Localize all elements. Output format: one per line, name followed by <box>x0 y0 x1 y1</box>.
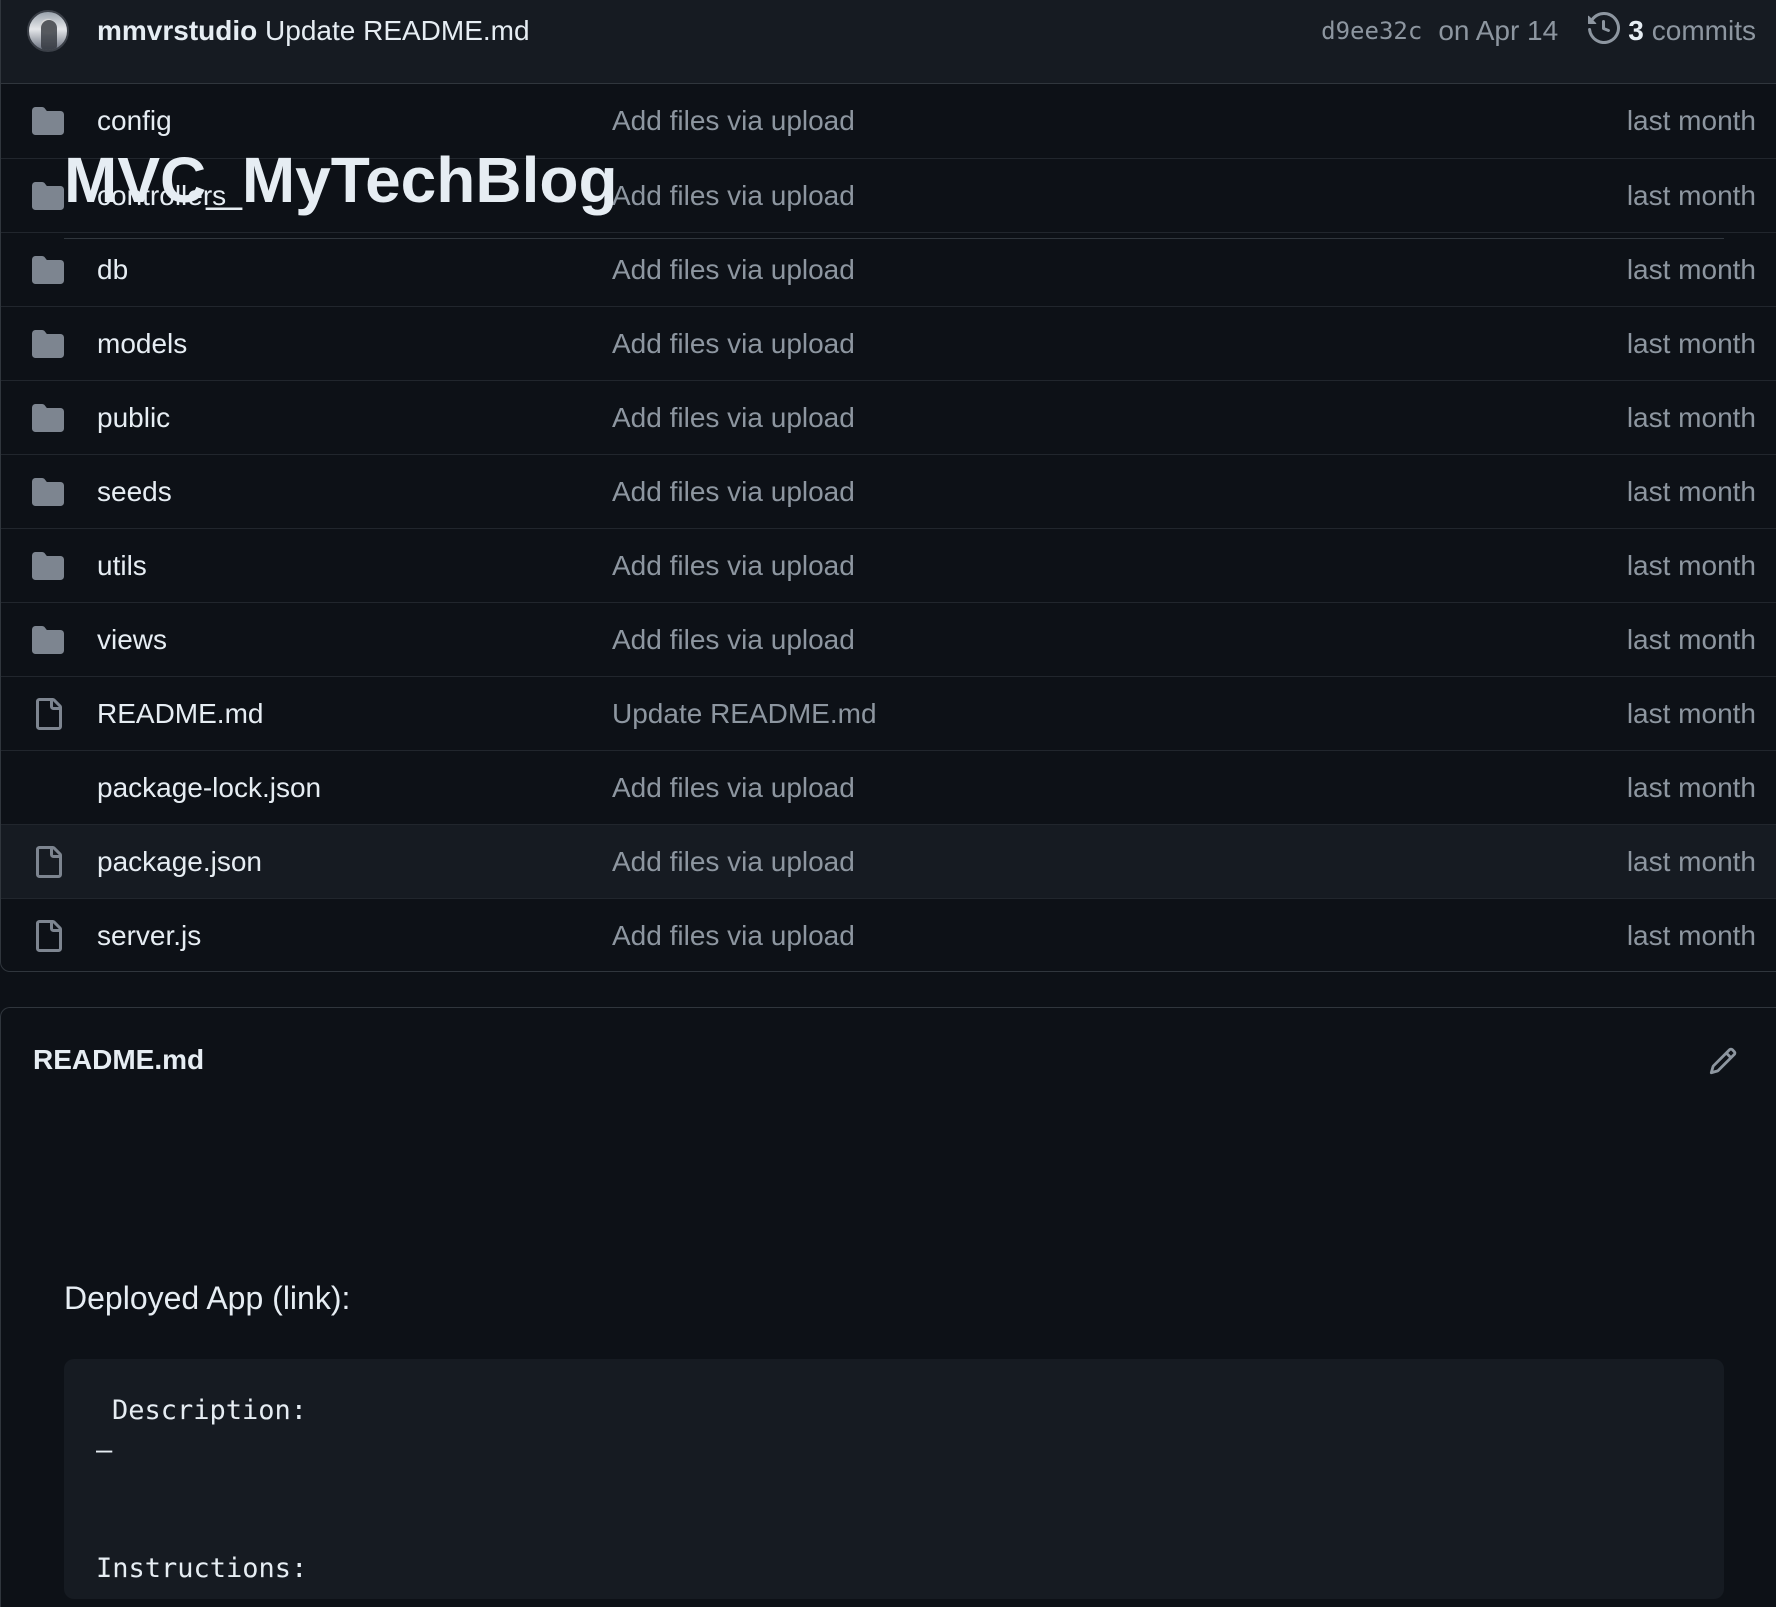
file-commit-time: last month <box>1626 327 1756 359</box>
folder-icon <box>31 401 65 435</box>
latest-commit-message: mmvrstudio Update README.md <box>97 12 530 50</box>
latest-commit-bar: mmvrstudio Update README.md d9ee32c on A… <box>1 0 1776 84</box>
deployed-app-line[interactable]: Deployed App (link): <box>64 1280 350 1317</box>
file-row[interactable]: utils Add files via upload last month <box>1 528 1776 602</box>
folder-icon <box>31 623 65 657</box>
folder-icon <box>31 549 65 583</box>
commit-meta: d9ee32c on Apr 14 3 commits <box>1321 11 1756 51</box>
file-commit-time: last month <box>1626 623 1756 655</box>
file-name-link[interactable]: public <box>97 402 170 434</box>
file-name-link[interactable]: seeds <box>97 476 172 508</box>
commits-history-link[interactable]: 3 commits <box>1588 11 1756 51</box>
folder-icon <box>31 104 65 138</box>
author-avatar[interactable] <box>27 10 69 52</box>
file-row[interactable]: seeds Add files via upload last month <box>1 454 1776 528</box>
file-row[interactable]: package.json Add files via upload last m… <box>1 824 1776 898</box>
pencil-icon[interactable] <box>1708 1046 1738 1076</box>
file-row[interactable]: server.js Add files via upload last mont… <box>1 898 1776 971</box>
commit-sha-link[interactable]: d9ee32c <box>1321 17 1422 45</box>
file-commit-message-link[interactable]: Add files via upload <box>612 920 855 952</box>
file-commit-time: last month <box>1626 475 1756 507</box>
file-name-link[interactable]: utils <box>97 550 147 582</box>
file-name-link[interactable]: db <box>97 254 128 286</box>
file-icon <box>31 919 65 953</box>
file-icon <box>31 697 65 731</box>
file-commit-time: last month <box>1626 253 1756 285</box>
file-commit-message-link[interactable]: Add files via upload <box>612 846 855 878</box>
file-commit-message-link[interactable]: Add files via upload <box>612 254 855 286</box>
commit-message-link[interactable]: Update README.md <box>265 15 530 46</box>
file-row[interactable]: views Add files via upload last month <box>1 602 1776 676</box>
folder-icon <box>31 327 65 361</box>
file-commit-message-link[interactable]: Add files via upload <box>612 624 855 656</box>
readme-filename[interactable]: README.md <box>33 1044 204 1076</box>
file-commit-time: last month <box>1626 401 1756 433</box>
file-commit-time: last month <box>1626 771 1756 803</box>
history-icon <box>1588 11 1628 51</box>
folder-icon <box>31 475 65 509</box>
code-line-description: Description: <box>112 1395 308 1426</box>
file-name-link[interactable]: server.js <box>97 920 201 952</box>
file-icon <box>31 771 65 805</box>
file-name-link[interactable]: config <box>97 105 172 137</box>
file-commit-time: last month <box>1626 919 1756 951</box>
file-commit-message-link[interactable]: Update README.md <box>612 698 877 730</box>
file-name-link[interactable]: views <box>97 624 167 656</box>
file-name-link[interactable]: package-lock.json <box>97 772 321 804</box>
commit-date: on Apr 14 <box>1438 15 1559 46</box>
file-commit-message-link[interactable]: Add files via upload <box>612 550 855 582</box>
file-commit-message-link[interactable]: Add files via upload <box>612 402 855 434</box>
file-commit-message-link[interactable]: Add files via upload <box>612 476 855 508</box>
file-row[interactable]: db Add files via upload last month <box>1 232 1776 306</box>
code-line-instructions: Instructions: <box>96 1553 308 1584</box>
folder-icon <box>31 253 65 287</box>
code-block: Description: – Instructions: <box>64 1359 1724 1599</box>
commits-count: 3 <box>1628 15 1644 46</box>
file-commit-time: last month <box>1626 845 1756 877</box>
file-row[interactable]: package-lock.json Add files via upload l… <box>1 750 1776 824</box>
file-commit-time: last month <box>1626 549 1756 581</box>
file-name-link[interactable]: models <box>97 328 187 360</box>
file-icon <box>31 845 65 879</box>
commit-author-link[interactable]: mmvrstudio <box>97 15 257 46</box>
file-row[interactable]: public Add files via upload last month <box>1 380 1776 454</box>
file-commit-time: last month <box>1626 697 1756 729</box>
commits-label: commits <box>1651 15 1756 46</box>
file-name-link[interactable]: README.md <box>97 698 263 730</box>
readme-title: MVC_MyTechBlog <box>64 148 1724 239</box>
file-row[interactable]: models Add files via upload last month <box>1 306 1776 380</box>
file-row[interactable]: README.md Update README.md last month <box>1 676 1776 750</box>
file-commit-time: last month <box>1626 105 1756 136</box>
folder-icon <box>31 179 65 213</box>
file-commit-message-link[interactable]: Add files via upload <box>612 328 855 360</box>
file-commit-message-link[interactable]: Add files via upload <box>612 105 855 137</box>
file-commit-message-link[interactable]: Add files via upload <box>612 772 855 804</box>
file-name-link[interactable]: package.json <box>97 846 262 878</box>
code-line-dash: – <box>96 1435 113 1466</box>
